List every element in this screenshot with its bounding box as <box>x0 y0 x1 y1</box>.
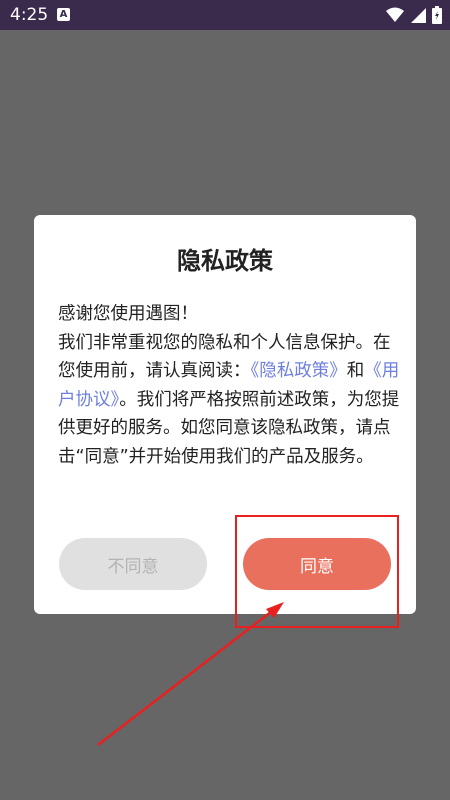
disagree-button[interactable]: 不同意 <box>59 538 207 590</box>
notification-icon: A <box>57 8 70 21</box>
status-icons <box>386 6 442 24</box>
policy-paragraph: 我们非常重视您的隐私和个人信息保护。在您使用前，请认真阅读：《隐私政策》和《用户… <box>58 329 402 472</box>
annotation-highlight-box <box>235 515 399 628</box>
wifi-icon <box>386 7 404 22</box>
privacy-policy-link[interactable]: 《隐私政策》 <box>251 361 347 381</box>
battery-icon <box>432 6 442 24</box>
conjunction-text: 和 <box>346 361 365 382</box>
dialog-body: 感谢您使用遇图！ 我们非常重视您的隐私和个人信息保护。在您使用前，请认真阅读：《… <box>58 300 402 472</box>
status-bar: 4:25 A <box>0 0 450 30</box>
greeting-text: 感谢您使用遇图！ <box>58 304 198 324</box>
signal-icon <box>411 8 426 23</box>
dialog-title: 隐私政策 <box>177 247 273 275</box>
status-time: 4:25 <box>10 5 49 25</box>
